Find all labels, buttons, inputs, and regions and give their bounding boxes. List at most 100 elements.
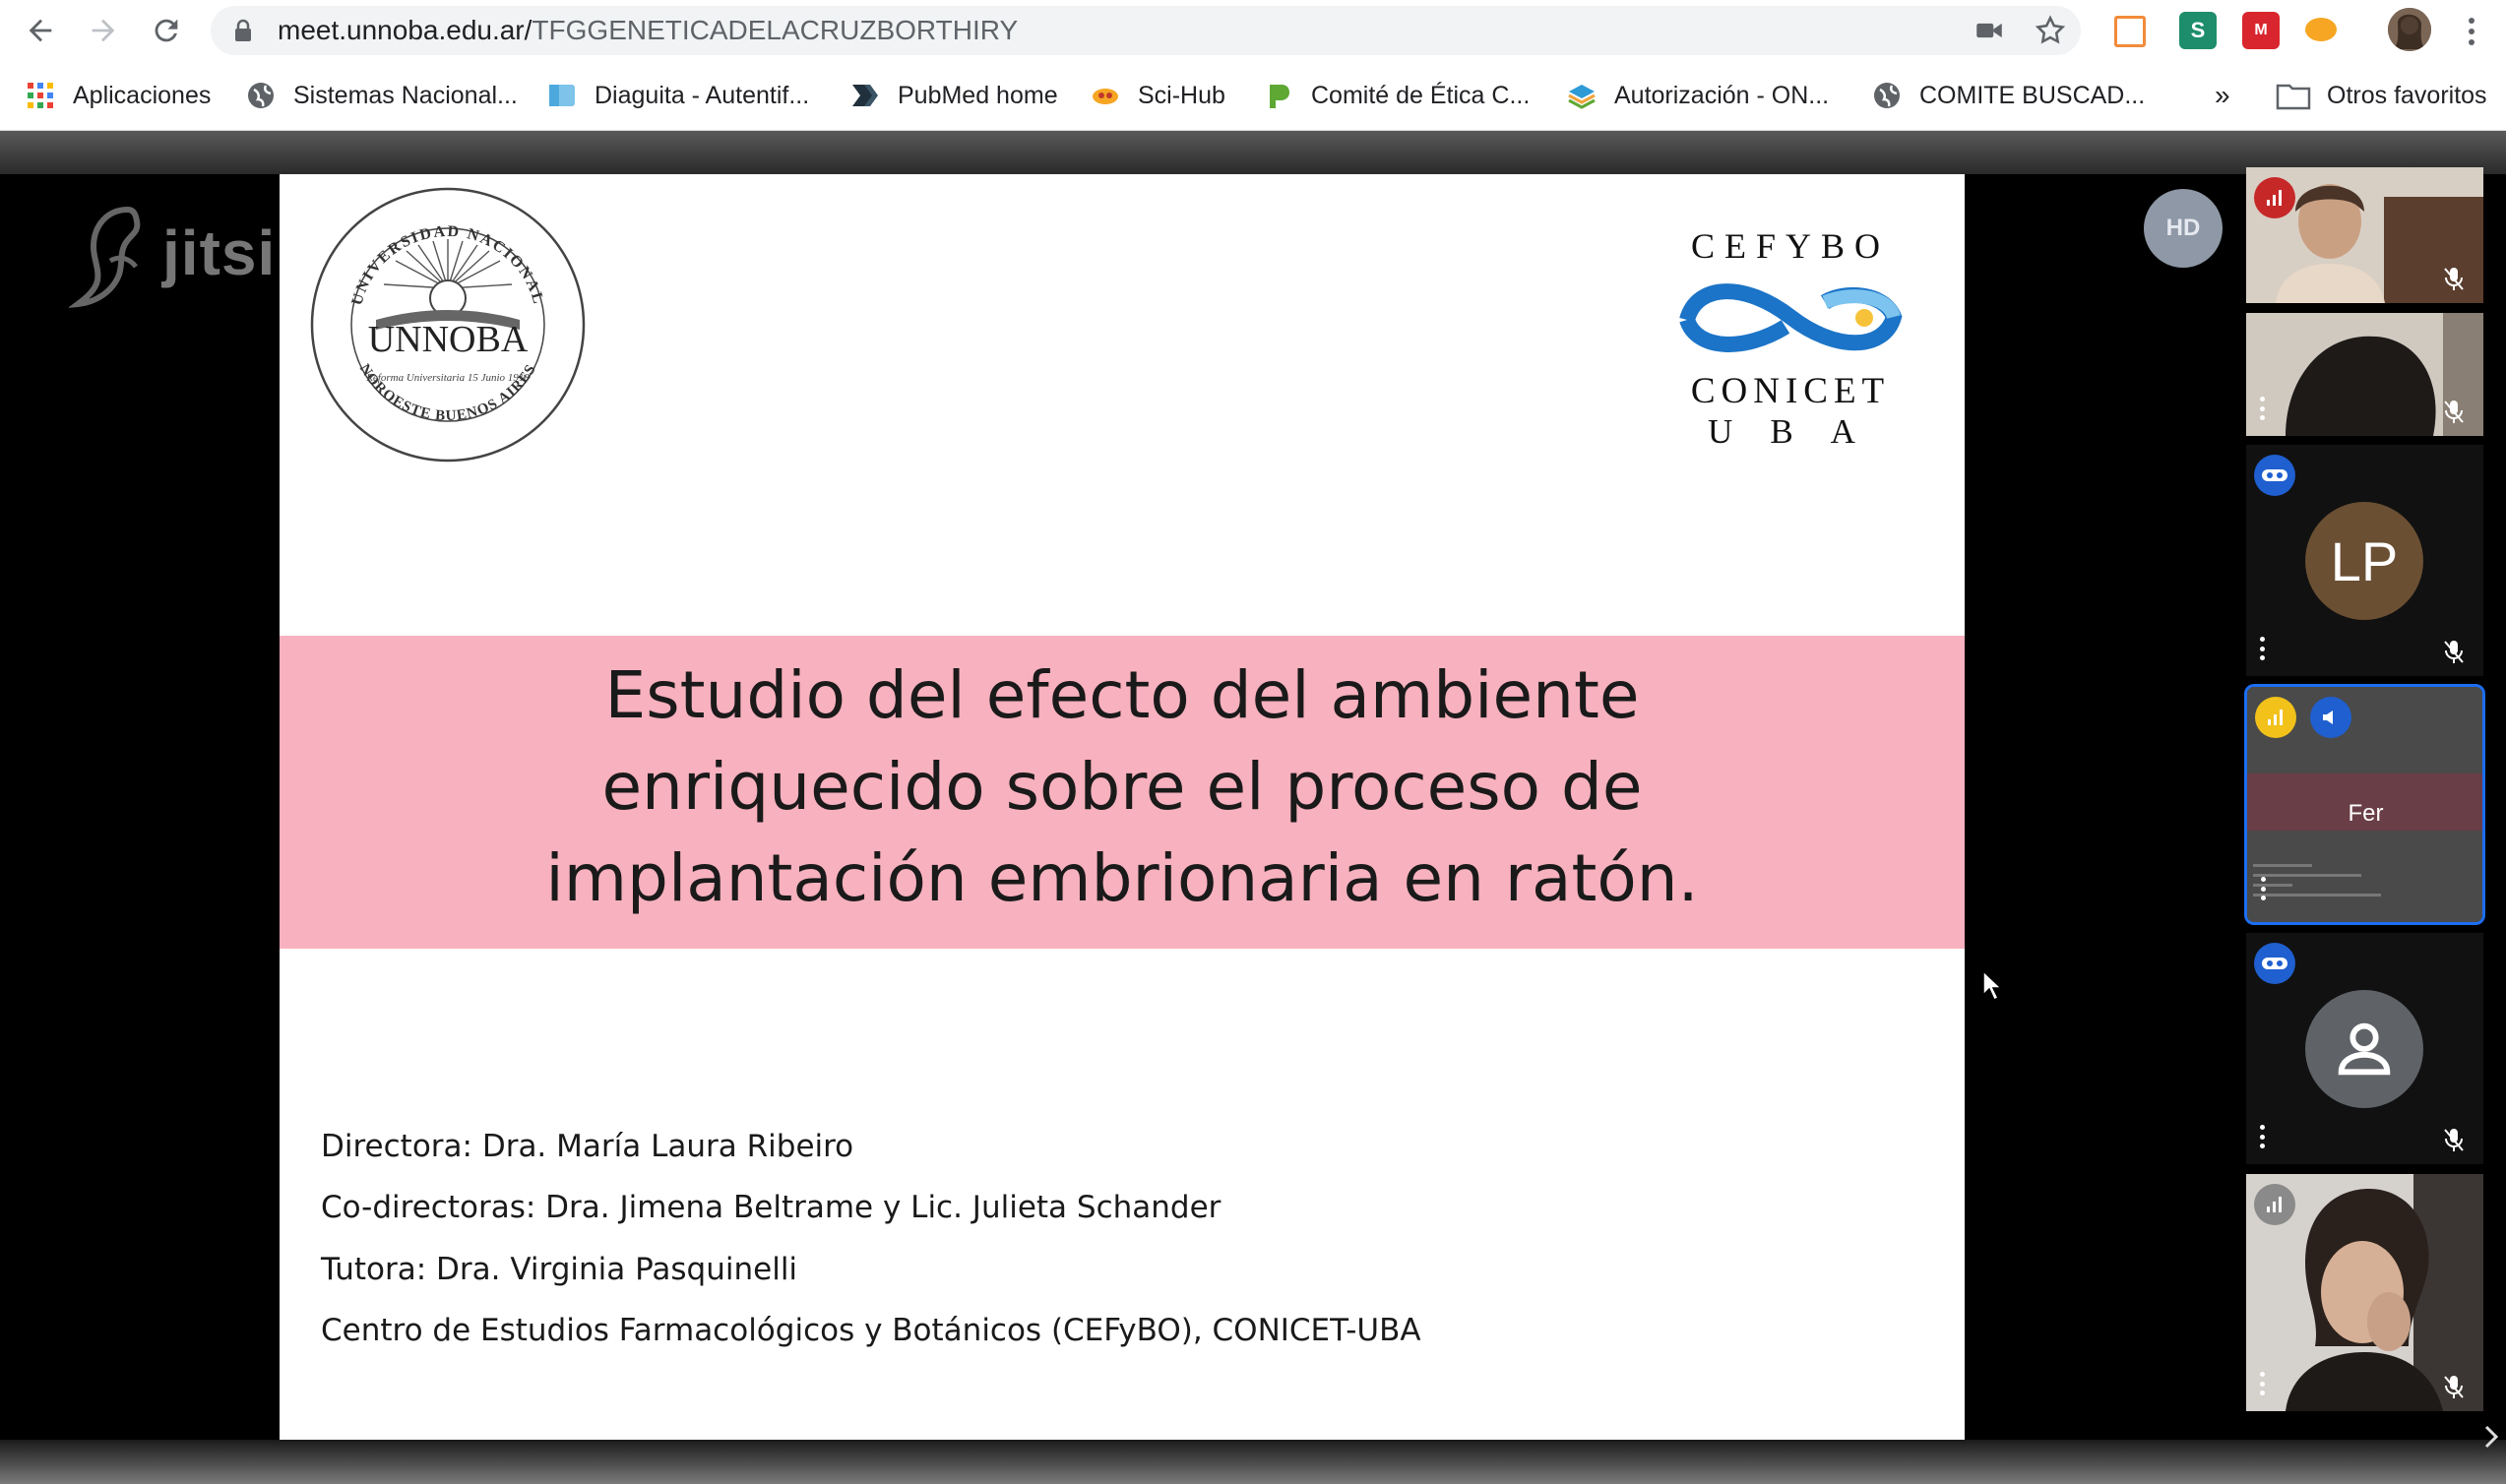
diaguita-icon (547, 81, 577, 110)
connection-signal-icon (2254, 943, 2295, 984)
browser-toolbar: meet.unnoba.edu.ar/TFGGENETICADELACRUZBO… (0, 0, 2506, 61)
lock-icon (235, 19, 251, 41)
back-button[interactable] (18, 8, 63, 53)
credit-directora: Directora: Dra. María Laura Ribeiro (321, 1129, 854, 1164)
url-host: meet.unnoba.edu.ar/ (278, 15, 533, 45)
globe-icon (246, 81, 276, 110)
bookmark-label: PubMed home (898, 81, 1058, 109)
participant-tile-6[interactable] (2246, 1174, 2483, 1411)
slide-title-line-3: implantación embrionaria en ratón. (545, 840, 1699, 916)
conicet-text: CONICET (1690, 371, 1891, 411)
participant-tile-1[interactable] (2246, 167, 2483, 303)
participant-menu-button[interactable] (2260, 1372, 2266, 1395)
cefybo-conicet-logo: CEFYBO CONICET UBA (1677, 225, 1904, 452)
mouse-pointer-icon (1982, 969, 2003, 1002)
stage-bottom-shadow (0, 1440, 2506, 1484)
svg-text:NOROESTE BUENOS AIRES: NOROESTE BUENOS AIRES (356, 361, 539, 424)
bookmark-comite-buscador[interactable]: COMITE BUSCAD... (1872, 75, 2145, 116)
reload-button[interactable] (144, 8, 189, 53)
camera-blocked-icon[interactable] (1973, 14, 2006, 47)
mendeley-extension-icon[interactable]: M (2242, 12, 2280, 49)
microphone-muted-icon (2444, 1376, 2464, 1398)
participant-menu-button[interactable] (2260, 1125, 2266, 1148)
jitsi-watermark: jitsi (162, 217, 277, 288)
address-bar[interactable]: meet.unnoba.edu.ar/TFGGENETICADELACRUZBO… (211, 6, 2081, 55)
participant-menu-button[interactable] (2261, 877, 2267, 900)
participant-tile-4[interactable]: Fer (2244, 684, 2485, 925)
chrome-menu-button[interactable] (2457, 12, 2486, 51)
participant-menu-button[interactable] (2260, 637, 2266, 660)
bookmark-diaguita[interactable]: Diaguita - Autentif... (547, 75, 809, 116)
slide-title-band: Estudio del efecto del ambiente enriquec… (280, 636, 1965, 949)
credit-codirectoras: Co-directoras: Dra. Jimena Beltrame y Li… (321, 1190, 1222, 1225)
bookmark-apps[interactable]: Aplicaciones (26, 75, 211, 116)
url-path: TFGGENETICADELACRUZBORTHIRY (532, 15, 1019, 45)
scihub-icon (1091, 81, 1120, 110)
bookmarks-overflow-button[interactable]: » (2215, 75, 2230, 116)
bookmark-pubmed[interactable]: PubMed home (850, 75, 1058, 116)
slide-title-line-1: Estudio del efecto del ambiente (604, 657, 1640, 733)
globe-icon (1872, 81, 1902, 110)
reload-icon (155, 19, 178, 42)
participant-name: Fer (2348, 800, 2384, 827)
bookmark-label: COMITE BUSCAD... (1919, 81, 2146, 109)
stage-top-shadow (0, 131, 2506, 174)
conicet-infinity-icon (1679, 283, 1903, 352)
scihub-extension-icon[interactable] (2305, 18, 2337, 41)
layout-extension-icon[interactable] (2114, 16, 2146, 47)
url-text: meet.unnoba.edu.ar/TFGGENETICADELACRUZBO… (278, 6, 1018, 55)
participant-tile-5[interactable] (2246, 933, 2483, 1164)
credit-institution: Centro de Estudios Farmacológicos y Botá… (321, 1313, 1421, 1348)
connection-signal-icon (2254, 455, 2295, 496)
forward-arrow-icon (92, 19, 115, 42)
default-user-avatar-icon (2305, 990, 2423, 1108)
shared-slide: UNIVERSIDAD NACIONAL NOROESTE BUENOS AIR… (280, 174, 1965, 1440)
cefybo-text: CEFYBO (1690, 226, 1891, 266)
bookmark-label: Diaguita - Autentif... (595, 81, 810, 109)
bookmark-label: Autorización - ON... (1614, 81, 1830, 109)
participant-menu-button[interactable] (2260, 397, 2266, 420)
apps-grid-icon (26, 81, 55, 110)
bookmark-autorizacion[interactable]: Autorización - ON... (1567, 75, 1829, 116)
folder-icon (2276, 84, 2311, 110)
microphone-muted-icon (2444, 1129, 2464, 1151)
bookmark-star-icon[interactable] (2034, 14, 2067, 47)
bookmark-label: Sci-Hub (1138, 81, 1225, 109)
seal-ring-bottom: NOROESTE BUENOS AIRES (356, 361, 538, 424)
microphone-muted-icon (2444, 401, 2464, 423)
connection-signal-icon (2255, 697, 2296, 738)
participant-tile-3[interactable]: LP (2246, 445, 2483, 676)
layers-icon (1567, 81, 1597, 110)
credit-tutora: Tutora: Dra. Virginia Pasquinelli (321, 1252, 798, 1287)
bookmark-label: Comité de Ética C... (1311, 81, 1531, 109)
bookmark-sistemas[interactable]: Sistemas Nacional... (246, 75, 518, 116)
bookmark-label: Sistemas Nacional... (293, 81, 518, 109)
bookmark-label: Aplicaciones (73, 81, 212, 109)
connection-signal-icon (2254, 177, 2295, 218)
microphone-muted-icon (2444, 268, 2464, 290)
filmstrip-expand-icon[interactable] (2480, 1417, 2502, 1456)
profile-photo-icon (2388, 8, 2431, 51)
bookmark-comite-etica[interactable]: Comité de Ética C... (1264, 75, 1530, 116)
seal-signature: Reforma Universitaria 15 Junio 1918 (365, 372, 530, 384)
dominant-speaker-icon (2310, 697, 2351, 738)
jitsi-logo-icon (69, 206, 141, 308)
slide-title-line-2: enriquecido sobre el proceso de (601, 749, 1643, 825)
bookmark-scihub[interactable]: Sci-Hub (1091, 75, 1225, 116)
bookmarks-bar: Aplicaciones Sistemas Nacional... Diagui… (0, 61, 2506, 131)
other-bookmarks-label: Otros favoritos (2327, 81, 2487, 109)
profile-avatar[interactable] (2388, 8, 2431, 51)
microphone-muted-icon (2444, 641, 2464, 663)
participant-tile-2[interactable] (2246, 313, 2483, 436)
connection-signal-icon (2254, 1184, 2295, 1225)
seal-unnoba-text: UNNOBA (368, 319, 529, 360)
forward-button[interactable] (81, 8, 126, 53)
s-extension-icon[interactable]: S (2179, 12, 2217, 49)
unnoba-seal-logo: UNIVERSIDAD NACIONAL NOROESTE BUENOS AIR… (310, 187, 586, 463)
pubmed-icon (850, 81, 880, 110)
leaf-icon (1264, 81, 1293, 110)
back-arrow-icon (29, 19, 52, 42)
uba-text: UBA (1708, 412, 1893, 451)
video-quality-badge[interactable]: HD (2144, 189, 2223, 268)
other-bookmarks-folder[interactable]: Otros favoritos (2276, 75, 2487, 116)
